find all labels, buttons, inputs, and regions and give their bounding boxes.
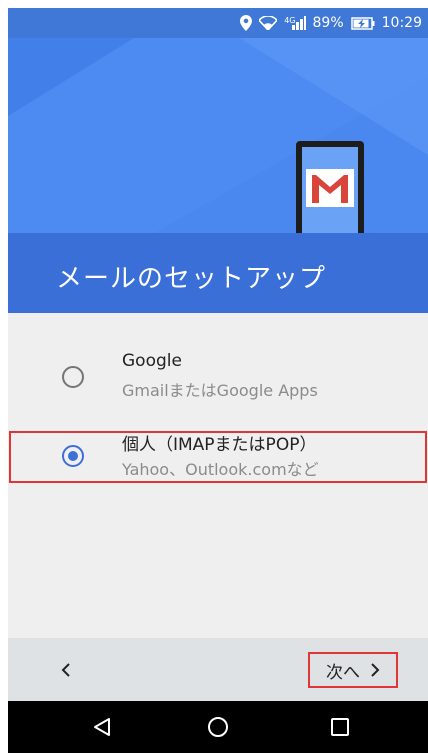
location-icon: [240, 15, 253, 31]
option-personal-subtitle: Yahoo、Outlook.comなど: [122, 460, 319, 479]
gmail-device-illustration: [296, 141, 364, 243]
next-button-label: 次へ: [326, 662, 360, 683]
option-personal[interactable]: 個人（IMAPまたはPOP） Yahoo、Outlook.comなど: [8, 426, 428, 484]
clock: 10:29: [381, 15, 422, 31]
gmail-envelope-icon: [306, 169, 354, 207]
option-google-subtitle: GmailまたはGoogle Apps: [122, 381, 318, 400]
cell-signal: 4G: [284, 16, 306, 30]
status-bar: 4G 89% 10:29: [8, 8, 428, 38]
battery-charging-icon: [350, 16, 375, 30]
radio-google[interactable]: [62, 366, 84, 388]
chevron-left-icon: [61, 663, 70, 677]
option-google[interactable]: Google GmailまたはGoogle Apps: [8, 347, 428, 405]
screen: 4G 89% 10:29 メールのセットアップ Google GmailまたはG…: [8, 8, 428, 753]
battery-percent: 89%: [312, 15, 344, 31]
chevron-right-icon: [371, 663, 380, 677]
header: メールのセットアップ: [8, 38, 428, 313]
status-icons: 4G 89% 10:29: [240, 15, 422, 31]
network-type-label: 4G: [284, 16, 296, 25]
system-navigation-bar: [8, 701, 428, 753]
next-button[interactable]: 次へ: [308, 652, 398, 688]
back-button[interactable]: [56, 660, 76, 680]
page-title: メールのセットアップ: [56, 264, 327, 294]
option-google-title: Google: [122, 351, 182, 371]
radio-personal[interactable]: [62, 445, 84, 467]
wifi-icon: [259, 16, 278, 30]
bottom-action-bar: 次へ: [8, 638, 428, 701]
nav-home-icon[interactable]: [206, 715, 230, 739]
nav-back-icon[interactable]: [90, 715, 114, 739]
nav-recents-icon[interactable]: [328, 715, 352, 739]
option-personal-title: 個人（IMAPまたはPOP）: [122, 435, 317, 455]
